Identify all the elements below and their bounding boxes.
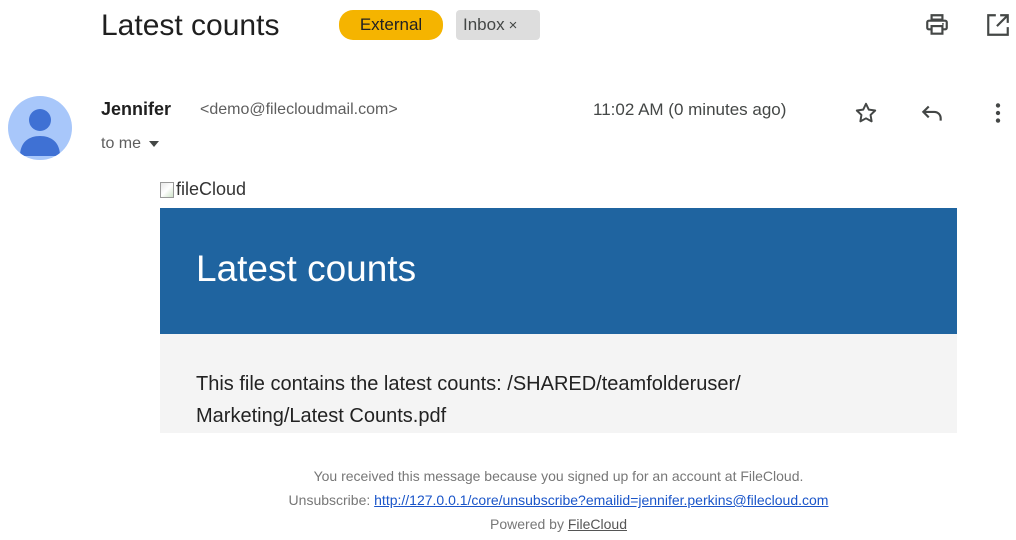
banner-title: Latest counts	[196, 248, 417, 289]
powered-by-label: Powered by	[490, 516, 564, 532]
email-timestamp: 11:02 AM (0 minutes ago)	[593, 100, 787, 119]
filecloud-link[interactable]: FileCloud	[568, 516, 627, 532]
email-banner: Latest counts	[160, 208, 957, 334]
open-in-new-window-icon[interactable]	[985, 12, 1011, 38]
sender-avatar[interactable]	[8, 96, 72, 160]
inbox-label-text: Inbox	[463, 15, 505, 34]
sender-name[interactable]: Jennifer	[101, 99, 171, 120]
chevron-down-icon	[149, 140, 160, 147]
recipient-label: to me	[101, 135, 142, 152]
email-body-line-2: Marketing/Latest Counts.pdf	[196, 405, 447, 427]
broken-image-icon	[160, 181, 174, 198]
email-footer: You received this message because you si…	[160, 464, 957, 536]
email-subject: Latest counts	[101, 9, 280, 42]
print-icon[interactable]	[924, 12, 950, 38]
logo-alt-text: fileCloud	[176, 179, 247, 199]
external-label-badge: External	[339, 10, 443, 40]
person-avatar-icon	[20, 109, 60, 156]
star-icon[interactable]	[853, 100, 879, 126]
filecloud-logo-image: fileCloud	[160, 179, 246, 200]
unsubscribe-line: Unsubscribe: http://127.0.0.1/core/unsub…	[160, 488, 957, 512]
email-content-box: This file contains the latest counts: /S…	[160, 334, 957, 433]
remove-label-button[interactable]: ×	[509, 17, 518, 34]
sender-email: <demo@filecloudmail.com>	[200, 101, 398, 118]
email-body-line-1: This file contains the latest counts: /S…	[196, 373, 741, 395]
powered-by-line: Powered by FileCloud	[160, 512, 957, 536]
recipient-details-toggle[interactable]: to me	[101, 135, 160, 153]
footer-notice: You received this message because you si…	[313, 468, 804, 484]
unsubscribe-link[interactable]: http://127.0.0.1/core/unsubscribe?emaili…	[374, 492, 828, 508]
unsubscribe-label: Unsubscribe:	[288, 492, 371, 508]
email-view: Latest counts External Inbox × Jennifer <…	[0, 0, 1016, 540]
more-vertical-icon[interactable]	[985, 100, 1011, 126]
email-body-text: This file contains the latest counts: /S…	[196, 368, 896, 432]
reply-icon[interactable]	[919, 100, 945, 126]
inbox-label-chip: Inbox ×	[456, 10, 540, 40]
